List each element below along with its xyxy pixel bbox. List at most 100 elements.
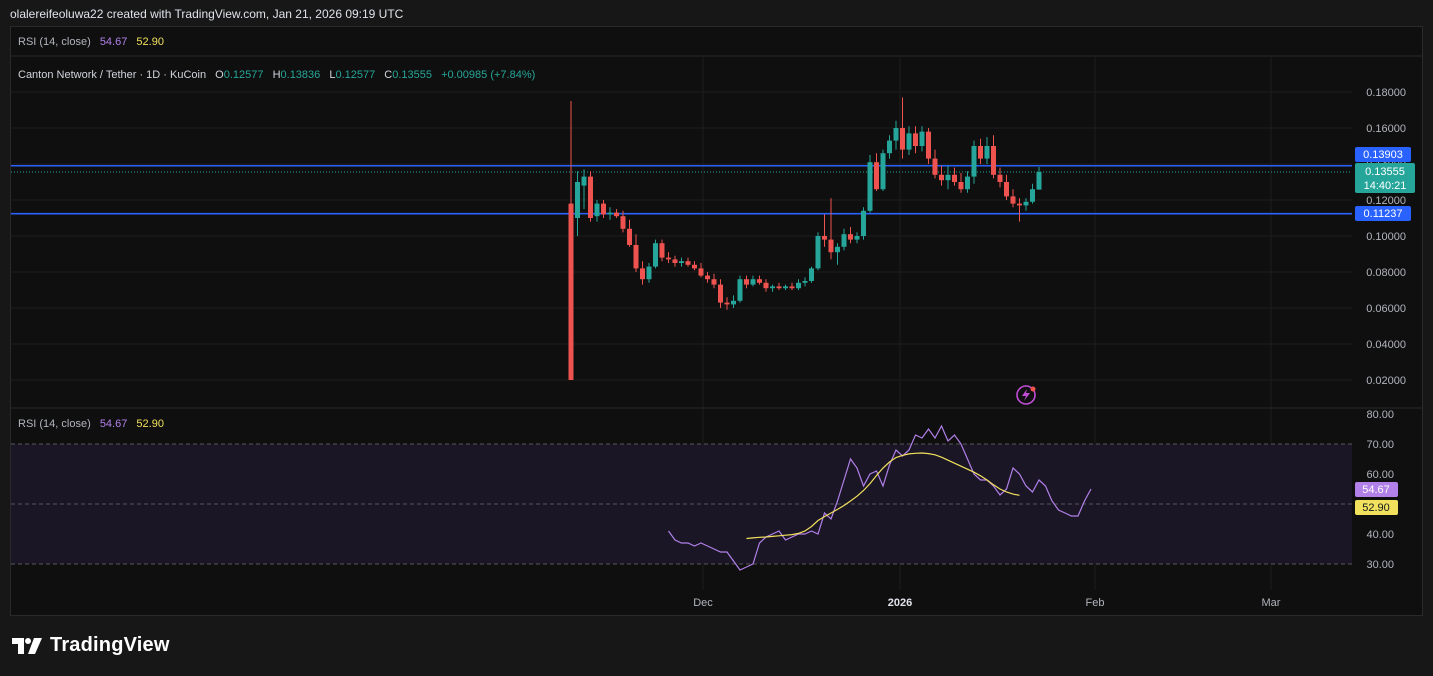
- candle-body: [1023, 201, 1029, 206]
- y-tick-label: 0.02000: [1366, 375, 1406, 387]
- badge-countdown-text: 14:40:21: [1364, 180, 1407, 192]
- y-tick-label: 0.08000: [1366, 267, 1406, 279]
- candle-body: [802, 281, 808, 283]
- brand-name: TradingView: [50, 634, 170, 656]
- candle-body: [926, 131, 931, 159]
- candle-body: [1010, 196, 1016, 204]
- candle-body: [848, 234, 853, 240]
- badge-upper-line: 0.13903: [1355, 147, 1411, 162]
- candle-body: [757, 279, 762, 283]
- rsi-y-tick-label: 60.00: [1366, 469, 1394, 481]
- x-tick-label: Mar: [1262, 597, 1281, 609]
- y-tick-label: 0.10000: [1366, 231, 1406, 243]
- lightning-alert-icon[interactable]: [1016, 385, 1036, 405]
- candle-body: [822, 236, 827, 240]
- x-tick-label: 2026: [888, 597, 912, 609]
- candle-body: [841, 234, 847, 247]
- candle-body: [679, 261, 684, 263]
- candle-body: [620, 216, 626, 229]
- y-tick-label: 0.18000: [1366, 87, 1406, 99]
- candle-body: [601, 203, 606, 215]
- badge-last-price: 0.13555 14:40:21: [1355, 163, 1415, 193]
- candle-body: [854, 236, 860, 240]
- candle-body: [913, 133, 918, 146]
- candle-body: [1030, 189, 1035, 202]
- tradingview-logo-icon: [12, 637, 42, 654]
- candle-body: [659, 243, 665, 258]
- badge-rsi-ma-text: 52.90: [1362, 502, 1390, 514]
- candle-body: [646, 266, 652, 280]
- badge-rsi-text: 54.67: [1362, 484, 1390, 496]
- candle-body: [633, 245, 639, 269]
- candle-body: [666, 257, 671, 260]
- candle-body: [789, 286, 795, 289]
- candle-body: [796, 282, 801, 289]
- candle-body: [737, 279, 743, 301]
- candle-body: [588, 176, 593, 218]
- candle-body: [861, 210, 866, 236]
- candle-body: [692, 264, 697, 269]
- candle-body: [1004, 182, 1009, 197]
- candle-body: [770, 286, 775, 289]
- rsi-y-tick-label: 80.00: [1366, 409, 1394, 421]
- badge-last-text: 0.13555: [1365, 166, 1405, 178]
- badge-rsi-ma-value: 52.90: [1355, 500, 1398, 515]
- candle-body: [718, 284, 723, 303]
- candlestick-series: [568, 97, 1042, 380]
- candle-body: [997, 174, 1003, 182]
- y-tick-label: 0.12000: [1366, 195, 1406, 207]
- y-tick-label: 0.04000: [1366, 339, 1406, 351]
- y-tick-label: 0.16000: [1366, 123, 1406, 135]
- candle-body: [900, 128, 905, 150]
- candle-body: [971, 146, 977, 177]
- rsi-y-tick-label: 40.00: [1366, 529, 1394, 541]
- candle-body: [724, 302, 730, 305]
- candle-body: [607, 212, 613, 215]
- candle-body: [991, 146, 996, 175]
- candle-body: [568, 203, 574, 380]
- candle-body: [685, 261, 691, 265]
- badge-lower-line: 0.11237: [1355, 206, 1411, 221]
- candle-body: [828, 239, 834, 253]
- rsi-y-tick-label: 70.00: [1366, 439, 1394, 451]
- candle-body: [698, 268, 704, 276]
- candle-body: [958, 182, 964, 190]
- candle-body: [614, 212, 619, 217]
- x-tick-label: Dec: [693, 597, 713, 609]
- candle-body: [815, 236, 821, 269]
- x-tick-label: Feb: [1086, 597, 1105, 609]
- rsi-band: [11, 444, 1352, 564]
- candle-body: [581, 176, 587, 186]
- candle-body: [867, 162, 873, 211]
- candle-body: [906, 133, 912, 150]
- candle-body: [763, 282, 769, 289]
- candle-body: [880, 153, 886, 190]
- candle-body: [893, 128, 899, 141]
- candle-body: [640, 268, 645, 280]
- y-tick-label: 0.06000: [1366, 303, 1406, 315]
- candle-body: [653, 243, 658, 267]
- candle-body: [750, 279, 756, 285]
- candle-body: [932, 158, 938, 175]
- badge-lower-text: 0.11237: [1364, 208, 1403, 220]
- candle-body: [952, 174, 957, 182]
- candle-body: [731, 300, 736, 305]
- candle-body: [594, 203, 600, 217]
- horizontal-levels: [11, 164, 1352, 215]
- candle-body: [711, 279, 717, 285]
- candle-body: [744, 279, 749, 285]
- candle-body: [575, 182, 580, 218]
- candle-body: [919, 131, 925, 146]
- tradingview-logo[interactable]: TradingView: [12, 634, 170, 657]
- candle-body: [887, 140, 892, 154]
- rsi-y-tick-label: 30.00: [1366, 559, 1394, 571]
- candle-body: [939, 174, 944, 181]
- candle-body: [705, 275, 710, 280]
- candle-body: [874, 162, 879, 190]
- candle-body: [984, 146, 990, 159]
- candle-body: [978, 146, 983, 159]
- candle-body: [835, 246, 840, 253]
- badge-rsi-value: 54.67: [1355, 482, 1398, 497]
- candle-body: [672, 259, 678, 263]
- chart-canvas[interactable]: Dec2026FebMar0.180000.160000.140000.1200…: [0, 0, 1433, 676]
